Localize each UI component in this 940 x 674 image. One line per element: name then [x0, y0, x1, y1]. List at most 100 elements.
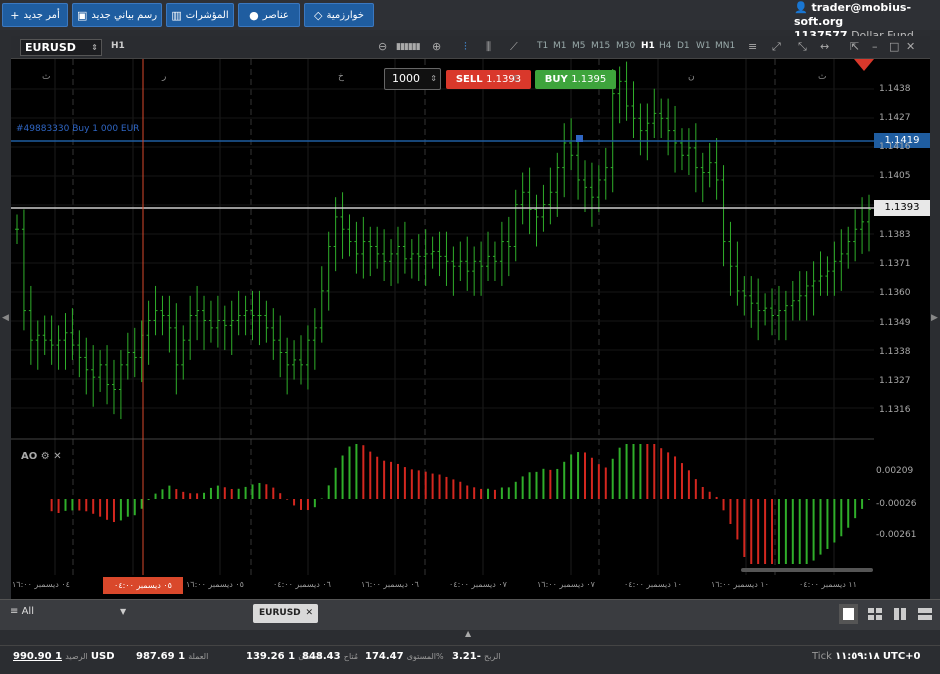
tab-tf-mn1[interactable]: MN1: [715, 41, 735, 51]
price-tick-label: 1.1405: [879, 171, 911, 181]
price-tick-label: 1.1338: [879, 347, 911, 357]
user-icon: 👤: [794, 1, 808, 14]
time-tick-label: ١١ ديسمبر ٠٤:٠٠: [799, 580, 857, 589]
tab-tf-w1[interactable]: W1: [696, 41, 711, 51]
tab-tf-h1[interactable]: H1: [641, 41, 655, 51]
chart-icon: ▣: [76, 8, 88, 22]
left-panel-arrow-icon[interactable]: ◀: [2, 313, 9, 323]
account-info[interactable]: 👤 trader@mobius-soft.org 1137577 Dollar …: [794, 1, 934, 42]
price-tick-label: 1.1427: [879, 113, 911, 123]
price-tick-label: 1.1316: [879, 405, 911, 415]
cursor-time-label: ٠٥ ديسمبر ٠٤:٠٠: [103, 577, 183, 594]
tab-tf-t1[interactable]: T1: [537, 41, 548, 51]
gear-icon[interactable]: ⚙: [41, 451, 50, 462]
price-tick-label: 1.1360: [879, 288, 911, 298]
crosshair-icon[interactable]: ↔: [820, 40, 829, 53]
close-icon[interactable]: ✕: [53, 451, 61, 462]
minimize-icon[interactable]: –: [872, 40, 878, 53]
time-tick-label: ٠٧ ديسمبر ٠٤:٠٠: [449, 580, 507, 589]
grid: [11, 59, 874, 575]
tab-tf-m5[interactable]: M5: [572, 41, 586, 51]
list-icon: ≡: [10, 606, 19, 617]
time-tick-label: ١٠ ديسمبر ٠٤:٠٠: [624, 580, 682, 589]
diamond-icon: ◇: [314, 8, 323, 22]
chart-header: [11, 36, 930, 59]
time-tick-label: ٠٦ ديسمبر ٠٤:٠٠: [273, 580, 331, 589]
tick-clock: Tick ١١:٥٩:١٨ UTC+0: [812, 651, 921, 662]
time-tick-label: ٠٦ ديسمبر ١٦:٠٠: [361, 580, 419, 589]
order-marker[interactable]: [576, 135, 583, 142]
layout-rows-icon[interactable]: [915, 604, 934, 624]
fibonacci-icon[interactable]: ⤡: [798, 40, 807, 54]
time-tick-label: ٠٤ ديسمبر ١٦:٠٠: [12, 580, 70, 589]
indicator-list-icon[interactable]: ≡: [748, 40, 757, 53]
chevron-up-icon[interactable]: ▲: [465, 629, 471, 638]
margin-level: 174.47 المستوى%: [365, 651, 444, 662]
bid-price-tag: 1.1393: [874, 200, 930, 216]
algorithm-button[interactable]: ◇ خوارزمية: [304, 3, 374, 27]
filter-select[interactable]: ≡ All: [10, 606, 34, 617]
bar-type-icon[interactable]: ⫶: [464, 40, 467, 54]
elements-button[interactable]: ● عناصر: [238, 3, 300, 27]
zoom-in-icon[interactable]: ⊕: [432, 40, 441, 53]
free-margin: 848.43 مُتاح: [302, 651, 359, 662]
tab-tf-m15[interactable]: M15: [591, 41, 610, 51]
candle-type-icon[interactable]: ⫼: [486, 40, 491, 54]
new-order-button[interactable]: + أمر جديد: [2, 3, 68, 27]
users-icon: ●: [249, 8, 259, 22]
layout-grid-icon[interactable]: [865, 604, 884, 624]
trendline-icon[interactable]: ⤢: [772, 40, 781, 54]
quantity-input[interactable]: 1000 ⇕: [384, 68, 441, 90]
tab-tf-m1[interactable]: M1: [553, 41, 567, 51]
day-label: ن: [688, 72, 695, 82]
price-tick-label: 1.1416: [879, 142, 911, 152]
day-label: ث: [818, 72, 827, 82]
equity: 987.69 1 العملة: [136, 651, 209, 662]
bar-chart-icon: ▥: [171, 8, 182, 22]
buy-button[interactable]: BUY 1.1395: [535, 70, 616, 89]
tab-eurusd[interactable]: EURUSD ✕: [253, 604, 318, 623]
new-chart-button[interactable]: ▣ رسم بياني جديد: [72, 3, 162, 27]
bottom-panel-bar: [0, 599, 940, 630]
popout-icon[interactable]: ⇱: [850, 40, 859, 53]
day-label: ث: [42, 72, 51, 82]
timezone-selector[interactable]: UTC+0: [883, 651, 921, 662]
layout-single-icon[interactable]: [839, 604, 858, 624]
price-tick-label: 1.1383: [879, 230, 911, 240]
symbol-selector[interactable]: EURUSD ⇕: [20, 39, 102, 56]
line-type-icon[interactable]: ⟋: [510, 40, 518, 54]
price-tick-label: 1.1349: [879, 318, 911, 328]
stepper-icon: ⇕: [91, 43, 98, 52]
chart-canvas[interactable]: [11, 59, 930, 575]
plus-icon: +: [10, 8, 20, 22]
chart-scrollbar[interactable]: [741, 568, 873, 572]
tab-tf-m30[interactable]: M30: [616, 41, 635, 51]
time-tick-label: ١٠ ديسمبر ١٦:٠٠: [711, 580, 769, 589]
price-tick-label: 1.1371: [879, 259, 911, 269]
ao-tick-label: -0.00026: [876, 499, 917, 509]
price-tick-label: 1.1327: [879, 376, 911, 386]
ao-tick-label: -0.00261: [876, 530, 917, 540]
maximize-icon[interactable]: □: [889, 40, 899, 53]
close-tab-icon[interactable]: ✕: [305, 604, 313, 623]
zoom-slider[interactable]: ▮▮▮▮▮▮: [396, 42, 421, 52]
tab-tf-d1[interactable]: D1: [677, 41, 690, 51]
ao-tick-label: 0.00209: [876, 466, 914, 476]
account-user: trader@mobius-soft.org: [794, 1, 912, 28]
day-label: خ: [338, 72, 344, 82]
order-line-label[interactable]: #49883330 Buy 1 000 EUR: [16, 124, 139, 134]
time-tick-label: ٠٥ ديسمبر ١٦:٠٠: [186, 580, 244, 589]
stepper-icon[interactable]: ⇕: [430, 69, 437, 89]
chevron-down-icon[interactable]: ▼: [120, 607, 126, 616]
balance: 990.90 1 الرصيد USD: [13, 651, 115, 662]
right-panel-arrow-icon[interactable]: ▶: [931, 313, 938, 323]
day-label: ج: [513, 72, 519, 82]
layout-columns-icon[interactable]: [890, 604, 909, 624]
tab-tf-h4[interactable]: H4: [659, 41, 672, 51]
day-label: ر: [162, 72, 167, 82]
zoom-out-icon[interactable]: ⊖: [378, 40, 387, 53]
alert-marker-icon[interactable]: [854, 59, 874, 71]
ao-histogram: [50, 444, 870, 564]
close-icon[interactable]: ✕: [906, 40, 915, 53]
indicators-button[interactable]: ▥ المؤشرات: [166, 3, 234, 27]
